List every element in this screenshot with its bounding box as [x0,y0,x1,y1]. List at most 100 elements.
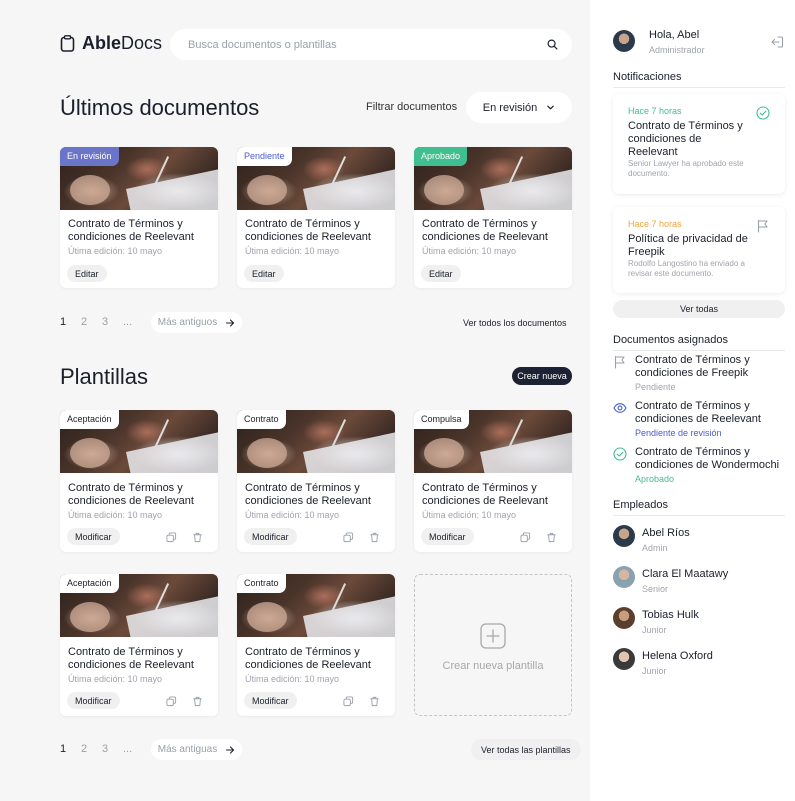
create-template-label: Crear nueva plantilla [442,660,544,672]
employee-avatar[interactable] [613,607,635,629]
check-circle-icon [613,447,627,461]
plus-icon [480,623,506,649]
template-tag: Aceptación [60,410,119,429]
document-card[interactable]: En revisión Contrato de Términos y condi… [60,147,218,288]
notification-card[interactable]: Hace 7 horas Política de privacidad de F… [613,207,785,293]
brand-name-bold: Able [82,33,122,53]
page-2[interactable]: 2 [81,316,102,328]
trash-icon[interactable] [369,530,381,543]
template-tag: Aceptación [60,574,119,593]
assigned-status: Pendiente de revisión [635,428,722,438]
template-date: Útima edición: 10 mayo [245,674,340,684]
page-3[interactable]: 3 [102,316,123,328]
documents-title: Últimos documentos [60,95,260,120]
template-title: Contrato de Términos y condiciones de Re… [245,482,371,507]
duplicate-icon[interactable] [343,530,355,543]
app-logo[interactable]: AbleDocs [60,33,162,54]
template-tag: Contrato [237,410,286,429]
assigned-title: Contrato de Términos y condiciones de Wo… [635,446,780,471]
see-all-notifications-button[interactable]: Ver todas [613,300,785,318]
notification-time: Hace 7 horas [628,219,682,229]
assigned-item[interactable]: Contrato de Términos y condiciones de Fr… [613,354,785,392]
trash-icon[interactable] [369,694,381,707]
page-1[interactable]: 1 [60,316,81,328]
document-card[interactable]: Pendiente Contrato de Términos y condici… [237,147,395,288]
trash-icon[interactable] [546,530,558,543]
modify-button[interactable]: Modificar [67,692,120,709]
edit-button[interactable]: Editar [67,265,107,282]
employee-name[interactable]: Helena Oxford [642,650,713,662]
employees-heading: Empleados [613,499,785,516]
notification-card[interactable]: Hace 7 horas Contrato de Términos y cond… [613,94,785,194]
older-documents-button[interactable]: Más antiguos [151,312,242,333]
notification-title: Contrato de Términos y condiciones de Re… [628,120,743,158]
template-card[interactable]: Contrato Contrato de Términos y condicio… [237,410,395,552]
filter-select[interactable]: En revisión [466,92,572,123]
search-input[interactable] [188,38,547,51]
status-badge: En revisión [60,147,119,166]
arrow-right-icon [226,745,235,754]
page-1[interactable]: 1 [60,743,81,755]
older-label: Más antiguos [157,317,218,328]
duplicate-icon[interactable] [343,694,355,707]
duplicate-icon[interactable] [166,694,178,707]
older-label: Más antiguas [157,744,218,755]
notification-desc: Senior Lawyer ha aprobado este documento… [628,159,744,178]
employee-role: Junior [642,625,667,635]
modify-button[interactable]: Modificar [421,528,474,545]
template-date: Útima edición: 10 mayo [68,674,163,684]
chevron-down-icon [547,105,554,110]
edit-button[interactable]: Editar [244,265,284,282]
flag-icon [757,219,768,233]
assigned-item[interactable]: Contrato de Términos y condiciones de Re… [613,400,785,438]
older-templates-button[interactable]: Más antiguas [151,739,242,760]
document-title: Contrato de Términos y condiciones de Re… [422,218,548,243]
duplicate-icon[interactable] [520,530,532,543]
document-date: Útima edición: 10 mayo [422,246,517,256]
template-card[interactable]: Compulsa Contrato de Términos y condicio… [414,410,572,552]
modify-button[interactable]: Modificar [67,528,120,545]
assigned-title: Contrato de Términos y condiciones de Fr… [635,354,750,379]
employee-avatar[interactable] [613,648,635,670]
create-template-card[interactable]: Crear nueva plantilla [414,574,572,716]
trash-icon[interactable] [192,694,204,707]
employee-name[interactable]: Clara El Maatawy [642,568,728,580]
template-date: Útima edición: 10 mayo [422,510,517,520]
status-badge: Aprobado [414,147,468,166]
duplicate-icon[interactable] [166,530,178,543]
modify-button[interactable]: Modificar [244,692,297,709]
template-tag: Compulsa [414,410,469,429]
employee-name[interactable]: Tobias Hulk [642,609,699,621]
user-avatar[interactable] [613,30,635,52]
search-icon[interactable] [547,39,558,50]
template-title: Contrato de Términos y condiciones de Re… [68,482,194,507]
employee-role: Admin [642,543,668,553]
template-card[interactable]: Aceptación Contrato de Términos y condic… [60,574,218,716]
templates-pagination: 1 2 3 ... [60,743,144,755]
assigned-status: Pendiente [635,382,676,392]
edit-button[interactable]: Editar [421,265,461,282]
trash-icon[interactable] [192,530,204,543]
check-circle-icon [756,106,770,120]
assigned-item[interactable]: Contrato de Términos y condiciones de Wo… [613,446,785,484]
view-all-templates-button[interactable]: Ver todas las plantillas [471,739,581,760]
document-card[interactable]: Aprobado Contrato de Términos y condicio… [414,147,572,288]
template-card[interactable]: Aceptación Contrato de Términos y condic… [60,410,218,552]
page-2[interactable]: 2 [81,743,102,755]
view-all-documents-button[interactable]: Ver todos los documentos [453,312,577,333]
status-badge: Pendiente [237,147,292,166]
search-bar [170,29,572,60]
page-3[interactable]: 3 [102,743,123,755]
document-icon [60,35,75,52]
employee-avatar[interactable] [613,566,635,588]
employee-avatar[interactable] [613,525,635,547]
template-title: Contrato de Términos y condiciones de Re… [245,646,371,671]
notification-title: Política de privacidad de Freepik [628,233,748,258]
modify-button[interactable]: Modificar [244,528,297,545]
page-ellipsis: ... [123,743,133,755]
employee-name[interactable]: Abel Ríos [642,527,690,539]
template-title: Contrato de Términos y condiciones de Re… [68,646,194,671]
logout-icon[interactable] [770,35,784,49]
create-template-button[interactable]: Crear nueva [512,367,572,385]
template-card[interactable]: Contrato Contrato de Términos y condicio… [237,574,395,716]
